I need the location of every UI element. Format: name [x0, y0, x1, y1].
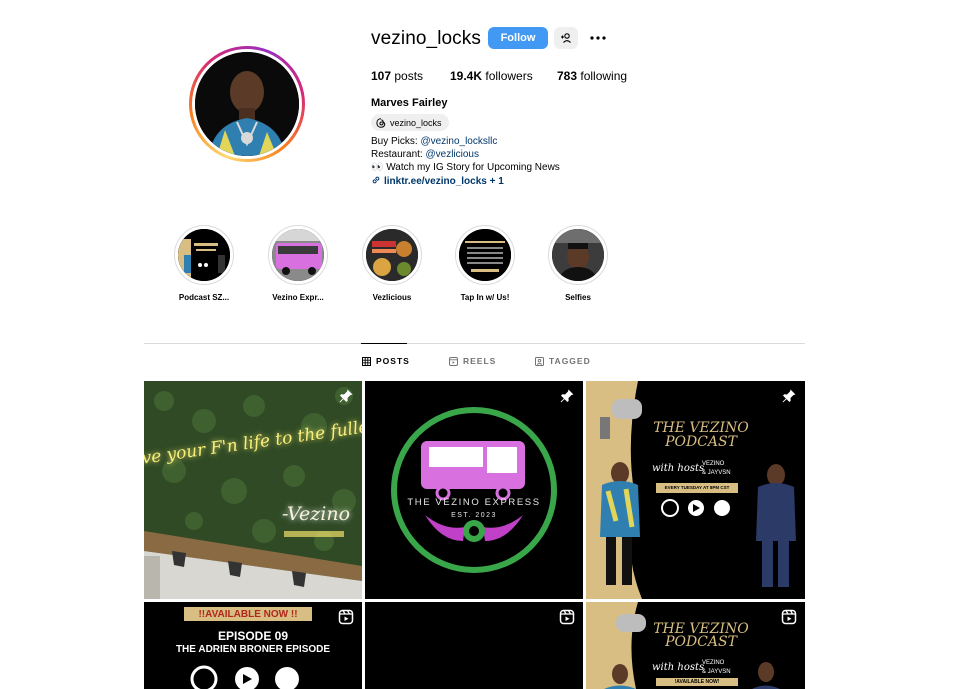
- podcast-title-2: PODCAST: [665, 434, 737, 450]
- pin-icon: [782, 389, 796, 403]
- bio-line-picks: Buy Picks: @vezino_locksllc: [371, 136, 497, 147]
- bio-link-row[interactable]: linktr.ee/vezino_locks + 1: [371, 175, 504, 187]
- episode-title: THE ADRIEN BRONER EPISODE: [175, 644, 331, 655]
- podcast-schedule: EVERY TUESDAY AT 8PM CST: [664, 485, 730, 490]
- reel-icon: [781, 609, 797, 625]
- grid-icon: [362, 356, 371, 366]
- highlight-label: Tap In w/ Us!: [460, 293, 510, 302]
- highlight-vezino-express[interactable]: Vezino Expr...: [258, 225, 338, 302]
- podcast-host-2: & JAYVSN: [702, 470, 731, 476]
- threads-badge[interactable]: vezino_locks: [371, 114, 449, 131]
- tabs-divider: [144, 343, 805, 344]
- posts-label: posts: [394, 69, 424, 83]
- followers-stat[interactable]: 19.4K followers: [450, 69, 557, 83]
- podcast-available-now: !AVAILABLE NOW!: [674, 679, 720, 685]
- express-est: EST. 2023: [451, 512, 497, 519]
- profile-stats: 107 posts 19.4K followers 783 following: [371, 69, 627, 83]
- podcast-host-1: VEZINO: [702, 660, 725, 666]
- highlight-podcast[interactable]: Podcast SZ...: [164, 225, 244, 302]
- highlight-cover: [552, 229, 604, 281]
- highlight-label: Vezlicious: [372, 293, 412, 302]
- post-image: [365, 381, 583, 599]
- full-name: Marves Fairley: [371, 97, 448, 109]
- available-now-banner: !!AVAILABLE NOW !!: [198, 609, 298, 620]
- express-title: THE VEZINO EXPRESS: [407, 497, 541, 508]
- followers-label: followers: [485, 69, 533, 83]
- bio-mention-locksllc[interactable]: @vezino_locksllc: [420, 136, 497, 147]
- following-label: following: [580, 69, 628, 83]
- highlight-selfies[interactable]: Selfies: [538, 225, 618, 302]
- tab-reels-label: REELS: [463, 356, 497, 366]
- bio-mention-vezlicious[interactable]: @vezlicious: [425, 149, 479, 160]
- profile-avatar-ring[interactable]: [189, 46, 305, 162]
- pin-icon: [560, 389, 574, 403]
- active-tab-indicator: [361, 343, 407, 344]
- tab-reels[interactable]: REELS: [449, 356, 496, 366]
- followers-count: 19.4K: [450, 69, 483, 83]
- post-image: [586, 381, 805, 599]
- tab-tagged[interactable]: TAGGED: [535, 356, 591, 366]
- link-icon: [372, 176, 380, 184]
- highlight-vezlicious[interactable]: Vezlicious: [352, 225, 432, 302]
- follow-button[interactable]: Follow: [488, 27, 548, 49]
- podcast-host-1: VEZINO: [702, 461, 725, 467]
- posts-count: 107: [371, 69, 392, 83]
- tab-posts-label: POSTS: [376, 356, 410, 366]
- bio-line-restaurant: Restaurant: @vezlicious: [371, 149, 479, 160]
- pin-icon: [339, 389, 353, 403]
- highlight-cover: [272, 229, 324, 281]
- highlight-label: Selfies: [565, 293, 591, 302]
- tagged-icon: [535, 356, 544, 366]
- post-image: [365, 602, 583, 689]
- post-image: [144, 381, 362, 599]
- bio-line-story: 👀 Watch my IG Story for Upcoming News: [371, 162, 560, 173]
- bio-restaurant-label: Restaurant:: [371, 149, 426, 160]
- reel-icon: [338, 609, 354, 625]
- posts-count-stat: 107 posts: [371, 69, 450, 83]
- podcast-with-hosts: with hosts: [652, 662, 705, 673]
- bio-picks-label: Buy Picks:: [371, 136, 421, 147]
- podcast-title-2: PODCAST: [665, 634, 737, 650]
- reels-icon: [449, 356, 458, 366]
- highlight-tap-in[interactable]: Tap In w/ Us!: [445, 225, 525, 302]
- add-person-icon: [561, 33, 571, 43]
- username-row: vezino_locks: [371, 26, 501, 52]
- profile-avatar: [195, 52, 299, 156]
- post-5[interactable]: [365, 602, 583, 689]
- threads-handle: vezino_locks: [390, 117, 442, 128]
- bio-link[interactable]: linktr.ee/vezino_locks + 1: [384, 176, 504, 187]
- post-4[interactable]: !!AVAILABLE NOW !! EPISODE 09 THE ADRIEN…: [144, 602, 362, 689]
- post-3[interactable]: THE VEZINO PODCAST with hosts VEZINO & J…: [586, 381, 805, 599]
- podcast-with-hosts: with hosts: [652, 463, 705, 474]
- highlight-cover: [459, 229, 511, 281]
- highlight-cover: [366, 229, 418, 281]
- highlight-label: Podcast SZ...: [178, 293, 230, 302]
- post-2[interactable]: THE VEZINO EXPRESS EST. 2023: [365, 381, 583, 599]
- episode-number: EPISODE 09: [217, 629, 289, 643]
- neon-signature: -Vezino: [282, 503, 351, 525]
- podcast-host-2: & JAYVSN: [702, 669, 731, 675]
- highlight-cover: [178, 229, 230, 281]
- tab-tagged-label: TAGGED: [549, 356, 591, 366]
- suggested-accounts-button[interactable]: [554, 27, 578, 49]
- more-horizontal-icon: [590, 36, 606, 40]
- following-stat[interactable]: 783 following: [557, 69, 627, 83]
- post-1[interactable]: Live your F'n life to the fullest -Vezin…: [144, 381, 362, 599]
- reel-icon: [559, 609, 575, 625]
- post-6[interactable]: THE VEZINO PODCAST with hosts VEZINO & J…: [586, 602, 805, 689]
- threads-icon: [376, 117, 386, 128]
- highlight-label: Vezino Expr...: [272, 293, 324, 302]
- following-count: 783: [557, 69, 578, 83]
- tab-posts[interactable]: POSTS: [362, 356, 410, 366]
- username: vezino_locks: [371, 28, 481, 49]
- more-options-button[interactable]: [588, 30, 608, 46]
